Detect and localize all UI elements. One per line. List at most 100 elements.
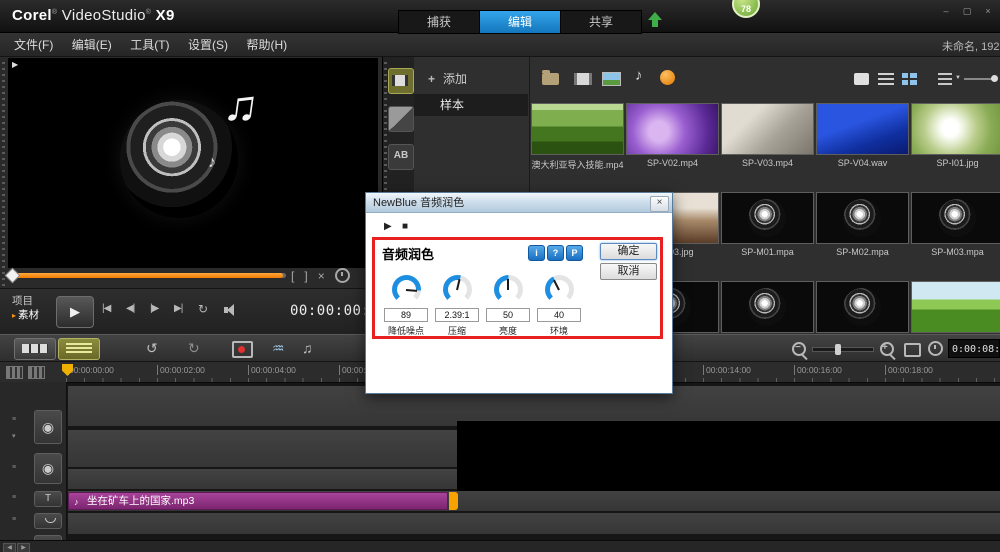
knob-value-field[interactable]: 89 (384, 308, 428, 322)
filter-photo-icon[interactable] (602, 72, 621, 86)
audio-clip[interactable]: ♪ 坐在矿车上的国家.mp3 (68, 492, 448, 510)
dialog-play-icon[interactable]: ▶ (384, 221, 392, 232)
track-options-icon[interactable]: ≡ (12, 416, 16, 423)
fit-timeline-icon[interactable] (904, 343, 921, 357)
tab-share[interactable]: 共享 (561, 10, 642, 34)
timeline-view-button[interactable] (58, 338, 100, 360)
video-track-icon[interactable]: ◉ (34, 410, 62, 444)
menu-tools[interactable]: 工具(T) (130, 36, 169, 53)
library-item[interactable]: SP-I01.jpg (911, 103, 1000, 192)
scroll-right-button[interactable]: ▶ (17, 543, 30, 552)
record-capture-icon[interactable] (232, 341, 253, 358)
overlay-track-icon[interactable]: ◉ (34, 453, 62, 484)
dialog-stop-icon[interactable]: ■ (402, 221, 408, 232)
menu-edit[interactable]: 编辑(E) (72, 36, 112, 53)
tab-capture[interactable]: 捕获 (398, 10, 480, 34)
library-folder-sample[interactable]: 样本 (414, 94, 528, 116)
help-button[interactable]: ? (547, 245, 564, 261)
volume-icon[interactable] (224, 304, 236, 316)
prev-frame-button[interactable]: ◀| (126, 303, 134, 314)
split-clip-icon[interactable]: × (318, 269, 325, 283)
filter-media-icon[interactable] (660, 70, 675, 85)
track-options-icon[interactable]: ≡ (12, 516, 16, 523)
clip-trim-handle[interactable] (449, 492, 458, 510)
title-track-icon[interactable]: T (34, 491, 62, 507)
view-thumbnail-icon[interactable] (854, 73, 869, 85)
go-start-button[interactable]: |◀ (102, 303, 110, 314)
image-thumbnail[interactable] (911, 103, 1000, 155)
track-manager-icon[interactable] (6, 366, 23, 379)
view-grid-icon[interactable] (902, 73, 917, 85)
upload-arrow-icon[interactable] (648, 12, 662, 28)
audio-thumbnail[interactable] (816, 192, 909, 244)
brightness-dial[interactable] (494, 275, 523, 304)
library-item[interactable] (911, 281, 1000, 334)
sound-mixer-icon[interactable]: ♒ (272, 340, 285, 357)
scrubber-handle[interactable] (5, 268, 21, 284)
mode-clip[interactable]: ▸素材 (12, 308, 39, 323)
nav-title-button[interactable]: AB (388, 144, 414, 170)
zoom-out-icon[interactable] (792, 342, 806, 356)
audio-thumbnail[interactable] (911, 192, 1000, 244)
noise-reduction-dial[interactable] (392, 275, 421, 304)
filter-audio-icon[interactable]: ♪ (635, 67, 643, 84)
tab-edit[interactable]: 编辑 (480, 10, 561, 34)
cancel-button[interactable]: 取消 (600, 263, 657, 280)
track-collapse-icon[interactable]: ▾ (12, 432, 16, 440)
zoom-in-icon[interactable] (880, 342, 894, 356)
library-item[interactable]: 澳大利亚导入技能.mp4 (531, 103, 624, 192)
library-item[interactable]: SP-V04.wav (816, 103, 909, 192)
ok-button[interactable]: 确定 (600, 243, 657, 260)
filter-video-icon[interactable] (574, 73, 592, 85)
ambience-dial[interactable] (545, 275, 574, 304)
add-folder-button[interactable]: +添加 (428, 70, 467, 87)
mark-in-icon[interactable]: [ (291, 269, 294, 283)
go-end-button[interactable]: ▶| (174, 303, 182, 314)
video-thumbnail[interactable] (816, 103, 909, 155)
undo-button[interactable]: ↺ (146, 340, 158, 357)
audio-thumbnail[interactable] (816, 281, 909, 333)
track-options-icon[interactable]: ≡ (12, 464, 16, 471)
voice-track[interactable]: ♪ 坐在矿车上的国家.mp3 (68, 491, 1000, 511)
nav-transition-button[interactable] (388, 106, 414, 132)
knob-value-field[interactable]: 50 (486, 308, 530, 322)
dialog-close-button[interactable]: × (650, 196, 669, 212)
auto-music-icon[interactable]: ♫ (302, 340, 313, 356)
library-item[interactable] (816, 281, 909, 334)
track-options-icon[interactable]: ≡ (12, 494, 16, 501)
voice-track-icon[interactable] (34, 513, 62, 529)
library-item[interactable]: SP-M03.mpa (911, 192, 1000, 281)
dialog-titlebar[interactable]: NewBlue 音频润色 (366, 193, 672, 213)
image-thumbnail[interactable] (911, 281, 1000, 333)
view-list-icon[interactable] (878, 73, 894, 85)
library-item[interactable]: SP-V02.mp4 (626, 103, 719, 192)
play-button[interactable]: ▶ (56, 296, 94, 328)
timeline-scrollbar[interactable]: ◀ ▶ (0, 540, 1000, 552)
sort-icon[interactable] (938, 73, 952, 85)
preview-scrubber[interactable] (8, 270, 286, 282)
music-track[interactable] (68, 513, 1000, 534)
zoom-slider-handle[interactable] (835, 344, 841, 355)
library-item[interactable]: SP-M01.mpa (721, 192, 814, 281)
repeat-button[interactable]: ↻ (198, 302, 207, 316)
redo-button[interactable]: ↻ (188, 340, 200, 357)
compression-dial[interactable] (443, 275, 472, 304)
mode-project[interactable]: 项目 (12, 294, 39, 308)
scroll-left-button[interactable]: ◀ (3, 543, 16, 552)
menu-settings[interactable]: 设置(S) (188, 36, 228, 53)
next-frame-button[interactable]: |▶ (150, 303, 158, 314)
duration-icon[interactable] (928, 341, 943, 356)
maximize-button[interactable]: ▢ (961, 5, 973, 17)
knob-value-field[interactable]: 2.39:1 (435, 308, 479, 322)
thumbnail-size-slider[interactable] (964, 78, 996, 80)
library-item[interactable]: SP-V03.mp4 (721, 103, 814, 192)
nav-media-button[interactable] (388, 68, 414, 94)
mark-out-icon[interactable]: ] (304, 269, 307, 283)
ripple-edit-icon[interactable] (28, 366, 45, 379)
menu-file[interactable]: 文件(F) (14, 36, 53, 53)
knob-value-field[interactable]: 40 (537, 308, 581, 322)
library-item[interactable]: SP-M02.mpa (816, 192, 909, 281)
video-thumbnail[interactable] (531, 103, 624, 155)
timeline-zoom-slider[interactable] (812, 347, 874, 352)
info-button[interactable]: i (528, 245, 545, 261)
